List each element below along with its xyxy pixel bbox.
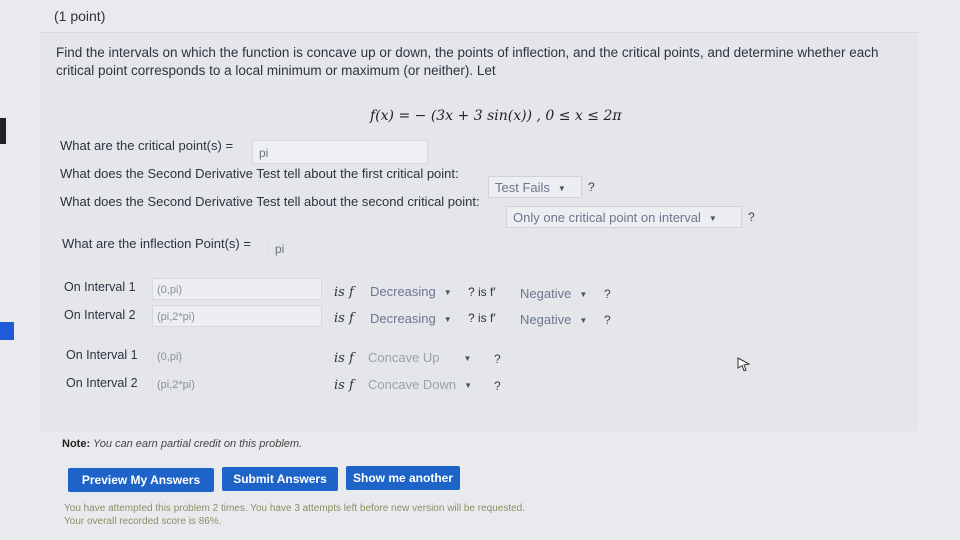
is-f-label: is f <box>334 285 354 300</box>
f-behavior-value: Decreasing <box>370 284 436 299</box>
is-fprime-label: ? is f′ <box>468 285 496 299</box>
attempts-line: You have attempted this problem 2 times.… <box>64 503 526 514</box>
is-f-label: is f <box>334 351 354 366</box>
help-link[interactable]: ? <box>748 210 755 224</box>
second-test-first-select[interactable]: Test Fails ▼ <box>488 176 582 198</box>
partial-credit-note: Note: You can earn partial credit on thi… <box>62 438 303 450</box>
f-behavior-select-2[interactable]: Decreasing ▼ <box>364 308 474 330</box>
interval-2-input[interactable]: (pi,2*pi) <box>152 305 322 327</box>
show-another-button[interactable]: Show me another <box>346 466 460 490</box>
is-f-label: is f <box>334 311 354 326</box>
interval-2-label: On Interval 2 <box>64 308 136 322</box>
help-link[interactable]: ? <box>588 180 595 194</box>
concavity-value: Concave Up <box>368 350 440 365</box>
chevron-down-icon: ▼ <box>443 287 452 297</box>
concavity-interval-1-input[interactable]: (0,pi) <box>152 345 322 367</box>
fprime-sign-select-2[interactable]: Negative ▼ <box>514 309 596 331</box>
concavity-select-2[interactable]: Concave Down ▼ <box>362 374 490 396</box>
second-test-second-question: What does the Second Derivative Test tel… <box>60 194 480 209</box>
chevron-down-icon: ▼ <box>579 315 588 325</box>
chevron-down-icon: ▼ <box>557 183 566 193</box>
fprime-sign-value: Negative <box>520 312 572 327</box>
critical-points-input[interactable]: pi <box>252 140 428 164</box>
interval-1-input[interactable]: (0,pi) <box>152 278 322 300</box>
help-link[interactable]: ? <box>494 379 501 393</box>
attempts-info: You have attempted this problem 2 times.… <box>64 502 525 528</box>
is-f-label: is f <box>334 378 354 393</box>
second-test-second-select[interactable]: Only one critical point on interval ▼ <box>506 206 742 228</box>
chevron-down-icon: ▼ <box>579 289 588 299</box>
critical-points-question: What are the critical point(s) = <box>60 138 234 153</box>
edge-marker-blue <box>0 322 14 340</box>
function-formula: f(x) = − (3x + 3 sin(x)) , 0 ≤ x ≤ 2π <box>370 108 622 124</box>
inflection-input[interactable]: pi <box>268 236 438 260</box>
second-test-first-question: What does the Second Derivative Test tel… <box>60 166 459 181</box>
second-test-first-value: Test Fails <box>495 180 550 195</box>
submit-answers-button[interactable]: Submit Answers <box>222 467 338 491</box>
concavity-interval-2-input[interactable]: (pi,2*pi) <box>152 373 322 395</box>
concavity-value: Concave Down <box>368 377 457 392</box>
preview-answers-button[interactable]: Preview My Answers <box>68 468 214 492</box>
inflection-question: What are the inflection Point(s) = <box>62 236 251 251</box>
point-value: (1 point) <box>54 8 106 24</box>
help-link[interactable]: ? <box>604 287 611 301</box>
concavity-interval-2-label: On Interval 2 <box>66 376 138 390</box>
score-line: Your overall recorded score is 86%. <box>64 516 222 527</box>
chevron-down-icon: ▼ <box>708 213 717 223</box>
edge-marker-dark <box>0 118 6 144</box>
chevron-down-icon: ▼ <box>443 314 452 324</box>
problem-panel <box>40 32 918 431</box>
chevron-down-icon: ▼ <box>464 380 473 390</box>
interval-1-label: On Interval 1 <box>64 280 136 294</box>
help-link[interactable]: ? <box>494 352 501 366</box>
concavity-select-1[interactable]: Concave Up ▼ <box>362 347 490 369</box>
fprime-sign-value: Negative <box>520 286 572 301</box>
mouse-cursor-icon <box>737 357 751 372</box>
f-behavior-select-1[interactable]: Decreasing ▼ <box>364 281 474 303</box>
is-fprime-label: ? is f′ <box>468 311 496 325</box>
second-test-second-value: Only one critical point on interval <box>513 210 701 225</box>
chevron-down-icon: ▼ <box>463 353 472 363</box>
f-behavior-value: Decreasing <box>370 311 436 326</box>
help-link[interactable]: ? <box>604 313 611 327</box>
problem-statement: Find the intervals on which the function… <box>56 45 879 78</box>
fprime-sign-select-1[interactable]: Negative ▼ <box>514 283 596 305</box>
concavity-interval-1-label: On Interval 1 <box>66 348 138 362</box>
